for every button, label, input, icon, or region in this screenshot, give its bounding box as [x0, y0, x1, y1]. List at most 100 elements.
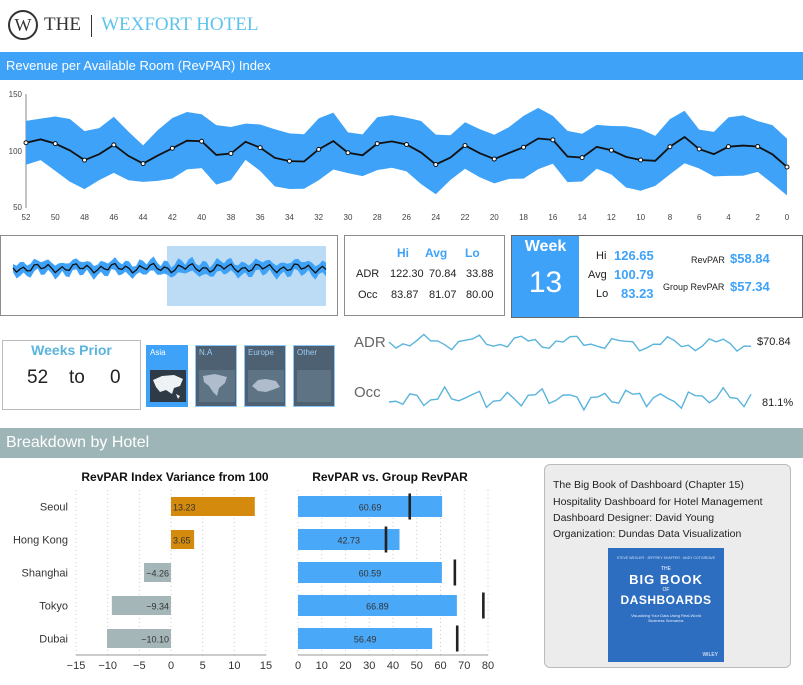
x-tick: −15 — [67, 660, 86, 672]
data-point — [52, 141, 58, 147]
adr-avg: 70.84 — [429, 268, 457, 280]
region-tile-europe[interactable]: Europe — [244, 345, 286, 407]
x-tick: 36 — [256, 213, 265, 222]
week-avg-label: Avg — [588, 269, 607, 281]
group-revpar-chart: 60.69 42.73 60.59 66.89 56.49 0 10 20 30 40 50 60 7… — [295, 490, 494, 672]
x-tick: 16 — [548, 213, 557, 222]
variance-chart: Seoul 13.23 Hong Kong 3.65 Shanghai −4.26 Toky… — [13, 490, 272, 672]
weeks-prior-title: Weeks Prior — [31, 342, 112, 358]
data-point — [169, 145, 175, 151]
occ-spark-value: 81.1% — [762, 397, 794, 409]
data-point — [404, 142, 409, 148]
x-tick: 30 — [344, 213, 353, 222]
bar-value-label: −4.26 — [146, 569, 169, 579]
category-label: Tokyo — [39, 601, 68, 613]
data-point — [228, 151, 234, 157]
y-tick: 100 — [9, 147, 23, 156]
week-hi-value: 126.65 — [614, 248, 654, 263]
group-revpar-label: Group RevPAR — [663, 282, 725, 292]
bar-value-label: 60.59 — [359, 569, 382, 579]
adr-spark-label: ADR — [354, 334, 386, 351]
region-tile-na[interactable]: N.A — [195, 345, 237, 407]
header-avg: Avg — [425, 246, 448, 260]
data-point — [667, 144, 673, 150]
region-label: Europe — [248, 348, 274, 357]
x-tick: 40 — [387, 660, 399, 672]
cover-authors: STEVE WEXLER · JEFFREY SHAFFER · ANDY CO… — [616, 556, 716, 560]
overview-panel[interactable] — [0, 235, 338, 316]
book-panel[interactable]: The Big Book of Dashboard (Chapter 15) H… — [544, 464, 791, 668]
region-label: N.A — [199, 348, 213, 357]
region-tile-other[interactable]: Other — [293, 345, 335, 407]
x-tick: 14 — [578, 213, 587, 222]
group-revpar-marker[interactable] — [408, 493, 412, 520]
selected-range[interactable] — [167, 246, 326, 306]
week-card: Week 13 Hi 126.65 Avg 100.79 Lo 83.23 Re… — [511, 235, 803, 318]
group-revpar-marker[interactable] — [455, 625, 459, 652]
book-line-2: Hospitality Dashboard for Hotel Manageme… — [553, 496, 763, 508]
category-label: Dubai — [39, 634, 68, 646]
x-tick: 22 — [461, 213, 470, 222]
x-tick: 0 — [168, 660, 174, 672]
other-map-icon — [297, 370, 331, 402]
x-tick: 26 — [402, 213, 411, 222]
brand-name-left: THE — [44, 14, 81, 35]
group-revpar-marker[interactable] — [384, 526, 388, 553]
weeks-prior-from[interactable]: 52 — [27, 367, 48, 389]
week-number: 13 — [528, 266, 563, 299]
x-axis-ticks: 52 50 48 46 44 42 40 38 36 34 32 30 28 26 24 22 20 18 16 14… — [22, 213, 790, 222]
data-point — [433, 161, 439, 167]
weeks-prior-panel[interactable]: Weeks Prior 52 to 0 — [2, 340, 141, 410]
data-point — [784, 164, 790, 170]
x-tick: 8 — [668, 213, 673, 222]
x-tick: 15 — [260, 660, 272, 672]
week-hi-label: Hi — [596, 250, 607, 262]
group-revpar-marker[interactable] — [453, 559, 457, 586]
occ-sparkline — [388, 385, 752, 412]
bar-value-label: 13.23 — [173, 503, 196, 513]
occ-lo: 80.00 — [466, 289, 494, 301]
range-band — [26, 107, 787, 196]
category-label: Hong Kong — [13, 535, 68, 547]
category-label: Shanghai — [22, 568, 69, 580]
book-line-3: Dashboard Designer: David Young — [553, 512, 715, 524]
x-tick: 52 — [22, 213, 31, 222]
x-tick: 5 — [200, 660, 206, 672]
x-tick: 10 — [228, 660, 240, 672]
x-tick: 34 — [285, 213, 294, 222]
group-revpar-marker[interactable] — [482, 592, 485, 619]
data-point — [491, 156, 497, 162]
week-avg-value: 100.79 — [614, 267, 654, 282]
region-label: Asia — [150, 348, 166, 357]
data-point — [608, 147, 614, 153]
group-revpar-value: $57.34 — [730, 279, 770, 294]
book-cover[interactable]: STEVE WEXLER · JEFFREY SHAFFER · ANDY CO… — [608, 548, 724, 662]
variance-bars: Seoul 13.23 Hong Kong 3.65 Shanghai −4.26 Toky… — [13, 497, 255, 648]
x-tick: 32 — [314, 213, 323, 222]
bar-value-label: 66.89 — [366, 602, 389, 612]
category-label: Seoul — [40, 502, 68, 514]
weeks-prior-to[interactable]: 0 — [110, 367, 121, 389]
adr-sparkline — [388, 333, 752, 353]
brand-divider — [90, 14, 92, 37]
data-point — [345, 150, 351, 156]
x-tick: 48 — [80, 213, 89, 222]
stats-table-panel: Hi Avg Lo ADR 122.30 70.84 33.88 Occ 83.… — [344, 235, 505, 316]
occ-spark-label: Occ — [354, 384, 381, 401]
data-point — [199, 138, 205, 144]
x-axis: −15 −10 −5 0 5 10 15 — [67, 654, 272, 672]
x-tick: 44 — [139, 213, 148, 222]
cover-title-1: BIG BOOK — [629, 572, 703, 587]
data-point — [286, 158, 292, 164]
cover-publisher: WILEY — [702, 652, 718, 658]
region-tile-asia[interactable]: Asia — [146, 345, 188, 407]
x-tick: 0 — [785, 213, 790, 222]
x-tick: 70 — [458, 660, 470, 672]
revpar-value: $58.84 — [730, 251, 770, 266]
data-point — [696, 146, 702, 152]
data-point — [257, 145, 263, 151]
data-point — [374, 141, 380, 147]
x-tick: 10 — [316, 660, 328, 672]
cover-title-2: DASHBOARDS — [620, 593, 712, 607]
week-lo-value: 83.23 — [621, 286, 654, 301]
